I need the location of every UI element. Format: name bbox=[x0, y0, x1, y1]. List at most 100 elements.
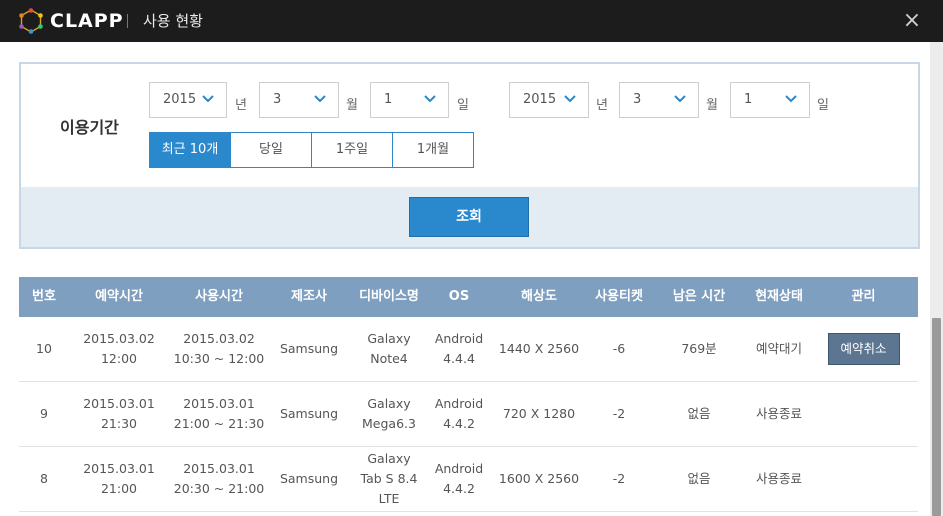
start-year-select[interactable]: 2015 bbox=[149, 82, 227, 118]
cell-text: 예약대기 bbox=[755, 341, 802, 356]
unit-year: 년 bbox=[596, 98, 608, 113]
cell-ticket: -2 bbox=[589, 382, 649, 446]
column-header-number[interactable]: 번호 bbox=[19, 277, 69, 317]
end-month-select[interactable]: 3 bbox=[619, 82, 699, 118]
cell-os: Android 4.4.2 bbox=[429, 382, 489, 446]
cell-manage bbox=[809, 447, 918, 511]
cell-text: 2015.03.01 bbox=[83, 396, 155, 411]
cell-device: Galaxy Note4 bbox=[349, 317, 429, 381]
table-row: 10 2015.03.02 12:00 2015.03.02 10:30 ~ 1… bbox=[19, 317, 918, 382]
cell-os: Android 4.4.4 bbox=[429, 317, 489, 381]
cell-text: Galaxy bbox=[367, 451, 411, 466]
cell-use-time: 2015.03.01 20:30 ~ 21:00 bbox=[169, 447, 269, 511]
cell-reserve-time: 2015.03.01 21:30 bbox=[69, 382, 169, 446]
cell-text: 2015.03.02 bbox=[183, 331, 255, 346]
column-header-device[interactable]: 디바이스명 bbox=[349, 277, 429, 317]
cell-text: 4.4.4 bbox=[443, 351, 475, 366]
chevron-down-icon bbox=[314, 95, 326, 103]
column-header-status[interactable]: 현재상태 bbox=[749, 277, 809, 317]
end-year-select[interactable]: 2015 bbox=[509, 82, 589, 118]
chevron-down-icon bbox=[202, 95, 214, 103]
quick-range-1-month[interactable]: 1개월 bbox=[392, 132, 474, 168]
cell-reserve-time: 2015.03.02 12:00 bbox=[69, 317, 169, 381]
end-day-value: 1 bbox=[744, 92, 753, 107]
cell-text: 9 bbox=[40, 406, 48, 421]
chevron-down-icon bbox=[674, 95, 686, 103]
cell-os: Android 4.4.2 bbox=[429, 447, 489, 511]
cell-text: Android bbox=[434, 396, 484, 411]
cell-text: -2 bbox=[612, 406, 626, 421]
quick-range-recent-10[interactable]: 최근 10개 bbox=[149, 132, 231, 168]
table-header: 번호 예약시간 사용시간 제조사 디바이스명 OS 해상도 사용티켓 남은 시간… bbox=[19, 277, 918, 317]
chevron-down-icon bbox=[424, 95, 436, 103]
column-header-resolution[interactable]: 해상도 bbox=[489, 277, 589, 317]
cell-text: Note4 bbox=[370, 351, 408, 366]
cell-text: Galaxy bbox=[367, 331, 411, 346]
column-header-os[interactable]: OS bbox=[429, 277, 489, 317]
column-header-reserve-time[interactable]: 예약시간 bbox=[69, 277, 169, 317]
cell-text: -2 bbox=[612, 471, 626, 486]
cell-text: Android bbox=[434, 461, 484, 476]
start-year-value: 2015 bbox=[163, 92, 197, 107]
cell-status: 사용종료 bbox=[749, 382, 809, 446]
cell-text: 20:30 ~ 21:00 bbox=[173, 481, 265, 496]
cell-text: 4.4.2 bbox=[443, 416, 475, 431]
cell-resolution: 1440 X 2560 bbox=[489, 317, 589, 381]
end-year-value: 2015 bbox=[523, 92, 557, 107]
column-header-use-time[interactable]: 사용시간 bbox=[169, 277, 269, 317]
window-title: 사용 현황 bbox=[143, 12, 203, 30]
cell-text: 21:00 bbox=[100, 481, 138, 496]
chevron-down-icon bbox=[785, 95, 797, 103]
cell-number: 10 bbox=[19, 317, 69, 381]
cell-text: -6 bbox=[612, 341, 626, 356]
cell-text: 2015.03.02 bbox=[83, 331, 155, 346]
cell-text: 10 bbox=[36, 341, 52, 356]
cell-reserve-time: 2015.03.01 21:00 bbox=[69, 447, 169, 511]
start-month-value: 3 bbox=[273, 92, 282, 107]
cell-text: 없음 bbox=[687, 406, 711, 421]
cell-text: 12:00 bbox=[100, 351, 138, 366]
logo: CLAPP bbox=[18, 8, 124, 34]
cell-text: Android bbox=[434, 331, 484, 346]
table-row: 9 2015.03.01 21:30 2015.03.01 21:00 ~ 21… bbox=[19, 382, 918, 447]
end-day-select[interactable]: 1 bbox=[730, 82, 810, 118]
cancel-reservation-button[interactable]: 예약취소 bbox=[827, 333, 900, 365]
chevron-down-icon bbox=[564, 95, 576, 103]
cell-manage: 예약취소 bbox=[809, 317, 918, 381]
start-month-select[interactable]: 3 bbox=[259, 82, 339, 118]
scrollbar-thumb[interactable] bbox=[932, 318, 941, 516]
cell-text: 769분 bbox=[681, 341, 717, 356]
cell-ticket: -2 bbox=[589, 447, 649, 511]
brand-name: CLAPP bbox=[50, 10, 124, 32]
column-header-maker[interactable]: 제조사 bbox=[269, 277, 349, 317]
table-row: 8 2015.03.01 21:00 2015.03.01 20:30 ~ 21… bbox=[19, 447, 918, 512]
start-day-select[interactable]: 1 bbox=[370, 82, 449, 118]
cell-text: 2015.03.01 bbox=[183, 396, 255, 411]
cell-text: Samsung bbox=[279, 406, 339, 421]
close-button[interactable]: × bbox=[901, 10, 923, 32]
unit-month: 월 bbox=[706, 98, 718, 113]
unit-day: 일 bbox=[457, 98, 469, 113]
cell-text: 10:30 ~ 12:00 bbox=[173, 351, 265, 366]
search-button[interactable]: 조회 bbox=[409, 197, 529, 237]
unit-day: 일 bbox=[817, 98, 829, 113]
cell-maker: Samsung bbox=[269, 317, 349, 381]
cell-text: 21:30 bbox=[100, 416, 138, 431]
cell-number: 8 bbox=[19, 447, 69, 511]
cell-text: Tab S 8.4 LTE bbox=[360, 471, 418, 506]
quick-range-1-week[interactable]: 1주일 bbox=[311, 132, 393, 168]
unit-month: 월 bbox=[346, 98, 358, 113]
quick-range-today[interactable]: 당일 bbox=[230, 132, 312, 168]
column-header-manage: 관리 bbox=[851, 289, 876, 304]
cell-status: 사용종료 bbox=[749, 447, 809, 511]
column-header-remaining[interactable]: 남은 시간 bbox=[649, 277, 749, 317]
cell-maker: Samsung bbox=[269, 447, 349, 511]
period-label: 이용기간 bbox=[60, 118, 119, 137]
column-header-ticket[interactable]: 사용티켓 bbox=[589, 277, 649, 317]
cell-text: 사용종료 bbox=[755, 471, 802, 486]
cell-text: 2015.03.01 bbox=[83, 461, 155, 476]
cell-remaining: 없음 bbox=[649, 447, 749, 511]
cell-remaining: 769분 bbox=[649, 317, 749, 381]
cell-text: 1440 X 2560 bbox=[498, 341, 580, 356]
end-month-value: 3 bbox=[633, 92, 642, 107]
